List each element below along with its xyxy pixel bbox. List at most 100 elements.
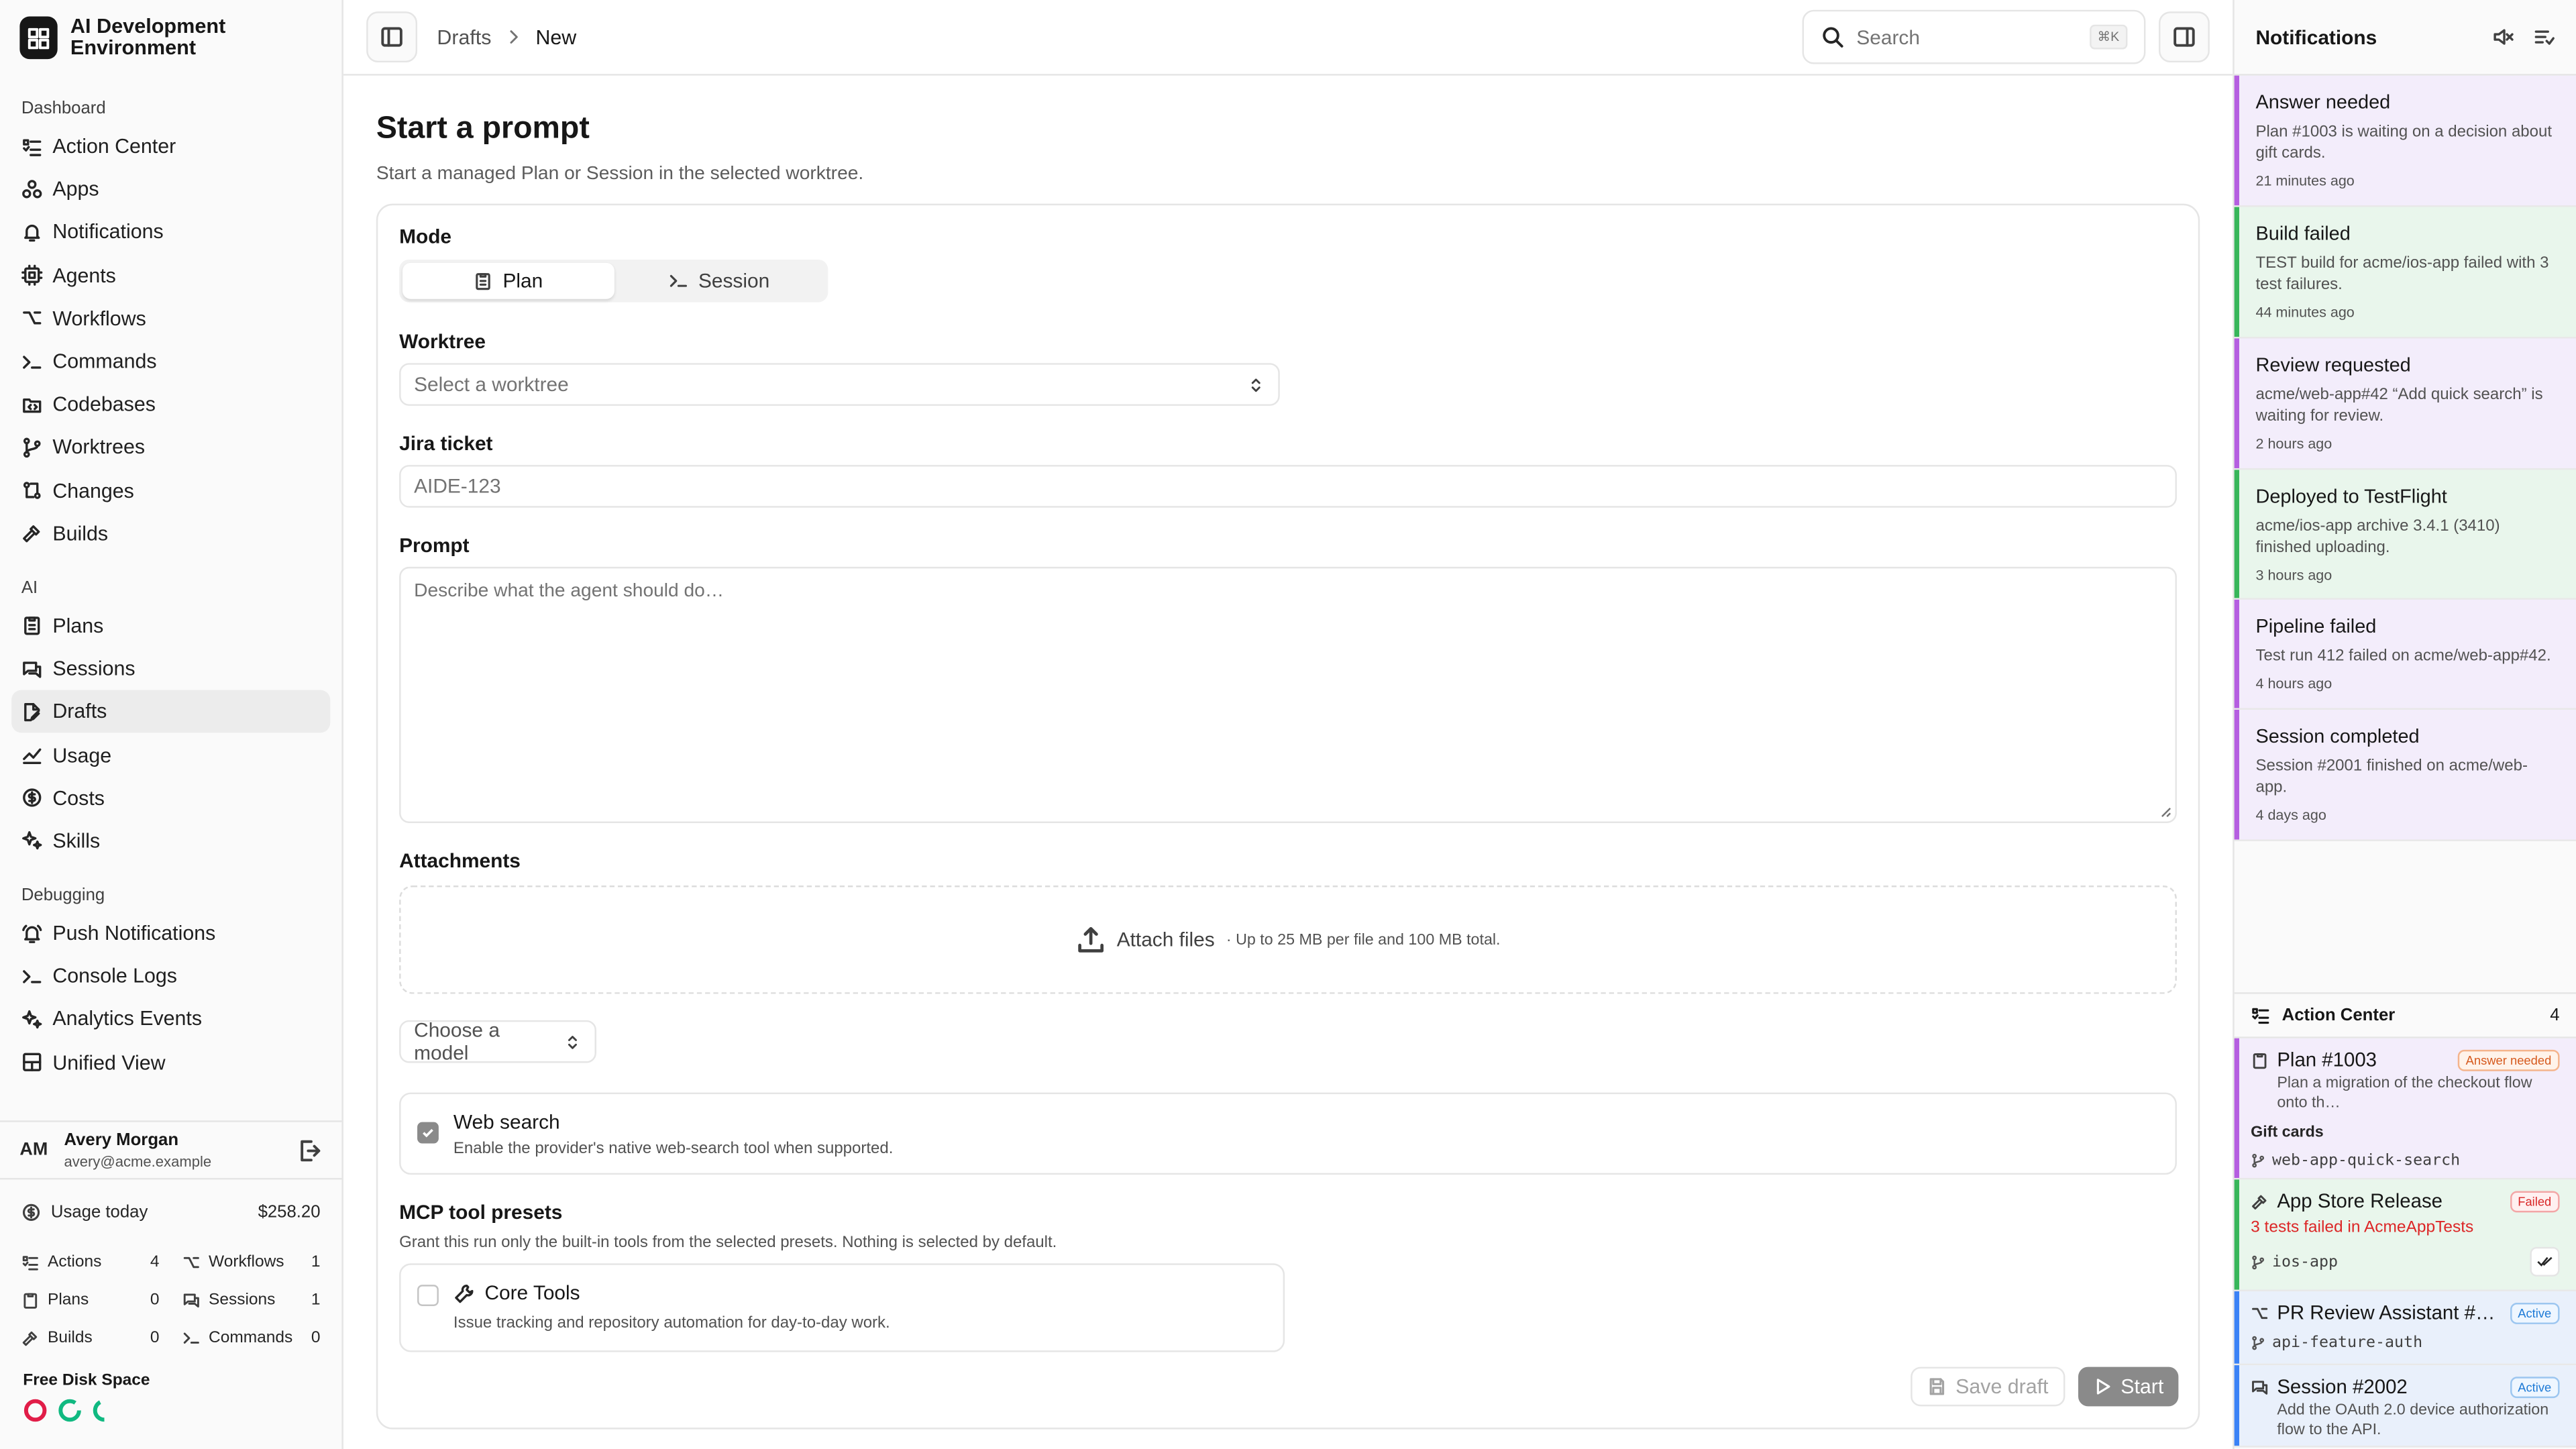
notification-item[interactable]: Build failed TEST build for acme/ios-app…	[2234, 207, 2576, 339]
stat-sessions[interactable]: Sessions 1	[182, 1281, 321, 1319]
sidebar-item-changes[interactable]: Changes	[0, 469, 330, 512]
sidebar-item-push-notifications[interactable]: Push Notifications	[0, 912, 330, 955]
notification-time: 44 minutes ago	[2255, 304, 2355, 321]
app-brand[interactable]: AI Development Environment	[0, 0, 341, 76]
notification-item[interactable]: Session completed Session #2001 finished…	[2234, 709, 2576, 841]
prompt-textarea[interactable]: Describe what the agent should do…	[399, 566, 2177, 823]
sidebar-item-drafts[interactable]: Drafts	[11, 690, 331, 734]
notification-item[interactable]: Answer needed Plan #1003 is waiting on a…	[2234, 75, 2576, 207]
save-draft-button[interactable]: Save draft	[1911, 1366, 2065, 1407]
hammer-icon	[2252, 1194, 2267, 1209]
core-tools-checkbox[interactable]	[417, 1285, 439, 1306]
stat-workflows[interactable]: Workflows 1	[182, 1244, 321, 1281]
sparkle-icon	[22, 832, 42, 851]
disk-ring-icon	[23, 1399, 47, 1422]
action-item[interactable]: Session #2002 Active Add the OAuth 2.0 d…	[2234, 1365, 2576, 1448]
sidebar-item-plans[interactable]: Plans	[0, 604, 330, 647]
action-subtitle: Gift cards	[2251, 1124, 2324, 1142]
sidebar-item-codebases[interactable]: Codebases	[0, 383, 330, 426]
action-title: App Store Release	[2277, 1189, 2443, 1213]
chevron-right-icon	[510, 30, 518, 44]
web-search-title: Web search	[453, 1110, 560, 1134]
sidebar-item-label: Sessions	[52, 657, 136, 681]
web-search-option: Web search Enable the provider's native …	[399, 1092, 2177, 1175]
sidebar-item-action-center[interactable]: Action Center	[0, 125, 330, 168]
sidebar-item-usage[interactable]: Usage	[0, 733, 330, 776]
clipboard-icon	[23, 1293, 38, 1309]
usage-summary: Usage today $258.20 Actions 4 Workflows 1 …	[21, 1197, 321, 1357]
mcp-presets-label: MCP tool presets	[399, 1201, 563, 1224]
chevron-up-down-icon	[1251, 378, 1260, 391]
sidebar-item-costs[interactable]: Costs	[0, 776, 330, 819]
logout-icon[interactable]	[297, 1138, 322, 1163]
resize-handle-icon[interactable]	[2159, 805, 2172, 818]
user-profile[interactable]: AM Avery Morgan avery@acme.example	[0, 1120, 342, 1180]
action-center-header[interactable]: Action Center 4	[2234, 992, 2576, 1038]
sidebar-item-label: Push Notifications	[52, 922, 216, 945]
mode-session-option[interactable]: Session	[614, 263, 825, 299]
action-item[interactable]: App Store Release Failed 3 tests failed …	[2234, 1179, 2576, 1291]
jira-ticket-input[interactable]: AIDE-123	[399, 465, 2177, 508]
sidebar-item-workflows[interactable]: Workflows	[0, 297, 330, 340]
mode-plan-option[interactable]: Plan	[402, 262, 614, 299]
worktree-select[interactable]: Select a worktree	[399, 363, 1280, 406]
stat-value: 4	[150, 1253, 160, 1272]
section-label-debugging: Debugging	[21, 885, 105, 906]
sidebar-item-notifications[interactable]: Notifications	[0, 211, 330, 254]
sidebar-item-label: Agents	[52, 264, 116, 287]
check-icon	[423, 1128, 433, 1138]
sidebar-item-agents[interactable]: Agents	[0, 254, 330, 297]
sidebar-left-icon	[381, 27, 402, 47]
breadcrumb: Drafts New	[437, 25, 576, 48]
start-label: Start	[2121, 1375, 2164, 1399]
form-actions: Save draft Start	[1911, 1366, 2179, 1407]
disk-ring-icon	[93, 1399, 116, 1422]
sidebar-item-analytics-events[interactable]: Analytics Events	[0, 998, 330, 1040]
sidebar-item-skills[interactable]: Skills	[0, 820, 330, 863]
clipboard-icon	[476, 273, 490, 290]
action-item[interactable]: Plan #1003 Answer needed Plan a migratio…	[2234, 1038, 2576, 1180]
prompt-label: Prompt	[399, 533, 470, 557]
sidebar-item-console-logs[interactable]: Console Logs	[0, 955, 330, 998]
stat-value: 0	[311, 1329, 321, 1348]
avatar: AM	[19, 1140, 48, 1160]
stat-actions[interactable]: Actions 4	[21, 1244, 160, 1281]
stat-plans[interactable]: Plans 0	[21, 1281, 160, 1319]
notification-title: Review requested	[2255, 353, 2411, 376]
web-search-desc: Enable the provider's native web-search …	[453, 1140, 894, 1159]
sidebar-item-label: Usage	[52, 743, 112, 767]
start-button[interactable]: Start	[2078, 1366, 2179, 1407]
sidebar-item-label: Commands	[52, 350, 157, 373]
search-input[interactable]: Search ⌘K	[1802, 9, 2146, 64]
search-placeholder: Search	[1856, 25, 1920, 49]
sidebar-item-label: Workflows	[52, 307, 146, 330]
model-select[interactable]: Choose a model	[399, 1018, 596, 1065]
disk-ring-icon	[58, 1399, 81, 1422]
notification-item[interactable]: Deployed to TestFlight acme/ios-app arch…	[2234, 470, 2576, 600]
stat-builds[interactable]: Builds 0	[21, 1320, 160, 1357]
disk-space-label: Free Disk Space	[23, 1371, 150, 1390]
sidebar-item-commands[interactable]: Commands	[0, 340, 330, 383]
mark-all-read-icon[interactable]	[2533, 26, 2555, 48]
sidebar-item-builds[interactable]: Builds	[0, 512, 330, 555]
attachments-dropzone[interactable]: Attach files · Up to 25 MB per file and …	[399, 885, 2177, 994]
acknowledge-button[interactable]	[2530, 1246, 2560, 1277]
stat-label: Commands	[209, 1329, 293, 1348]
worktree-label: Worktree	[399, 330, 486, 354]
sidebar-item-unified-view[interactable]: Unified View	[0, 1041, 330, 1084]
git-compare-icon	[23, 482, 41, 500]
action-item[interactable]: PR Review Assistant #4… Active api-featu…	[2234, 1291, 2576, 1366]
sidebar-item-label: Drafts	[52, 700, 107, 724]
chart-icon	[23, 748, 42, 765]
notification-item[interactable]: Review requested acme/web-app#42 “Add qu…	[2234, 338, 2576, 470]
web-search-checkbox[interactable]	[417, 1122, 439, 1144]
stat-commands[interactable]: Commands 0	[182, 1320, 321, 1357]
toggle-sidebar-button[interactable]	[366, 11, 418, 63]
breadcrumb-drafts[interactable]: Drafts	[437, 25, 491, 48]
sidebar-item-sessions[interactable]: Sessions	[0, 647, 330, 690]
sidebar-item-apps[interactable]: Apps	[0, 168, 330, 211]
sidebar-item-worktrees[interactable]: Worktrees	[0, 426, 330, 469]
toggle-right-panel-button[interactable]	[2158, 11, 2210, 63]
mute-icon[interactable]	[2492, 26, 2514, 48]
notification-item[interactable]: Pipeline failed Test run 412 failed on a…	[2234, 599, 2576, 710]
